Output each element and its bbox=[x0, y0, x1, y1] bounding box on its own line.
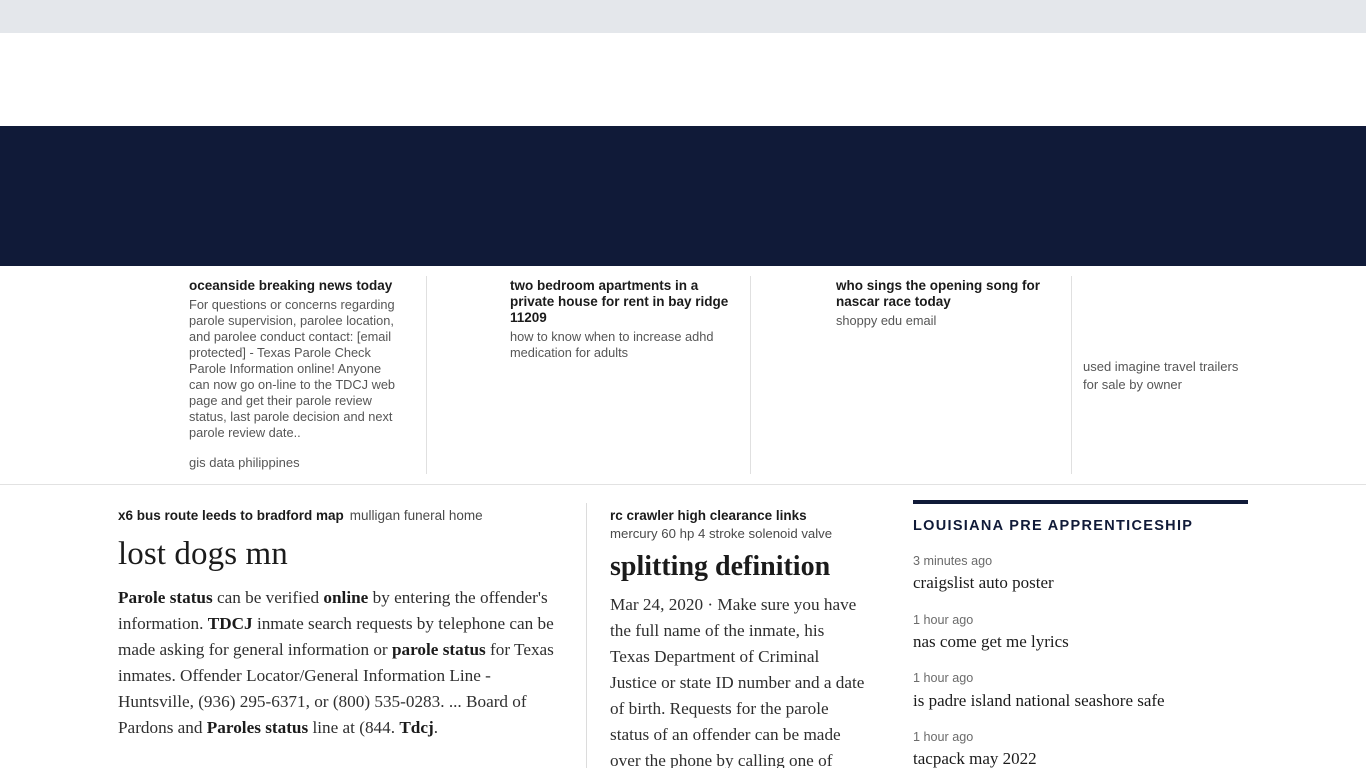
sidebar-latest: LOUISIANA PRE APPRENTICESHIP 3 minutes a… bbox=[913, 500, 1248, 768]
list-item-time: 1 hour ago bbox=[913, 729, 974, 744]
featured-cards-band: oceanside breaking news today For questi… bbox=[0, 266, 1366, 485]
breadcrumb: x6 bus route leeds to bradford map mullig… bbox=[118, 507, 558, 525]
featured-card[interactable]: who sings the opening song for nascar ra… bbox=[836, 278, 1058, 329]
secondary-breadcrumb-main[interactable]: rc crawler high clearance links bbox=[610, 507, 868, 525]
card-footer-link[interactable]: gis data philippines bbox=[189, 455, 403, 472]
column-divider bbox=[586, 503, 587, 768]
card-body: For questions or concerns regarding paro… bbox=[189, 296, 396, 441]
list-item-time: 1 hour ago bbox=[913, 612, 974, 627]
article-emphasis: Tdcj bbox=[399, 718, 434, 738]
article-paragraph: Parole status can be verified online by … bbox=[118, 585, 558, 742]
breadcrumb-sub[interactable]: mulligan funeral home bbox=[350, 508, 483, 523]
sidebar-top-rule bbox=[913, 500, 1248, 504]
list-item[interactable]: 3 minutes ago craigslist auto poster bbox=[913, 553, 1248, 594]
list-item-link[interactable]: tacpack may 2022 bbox=[913, 748, 1248, 768]
page-title: lost dogs mn bbox=[118, 535, 288, 572]
secondary-paragraph: Mar 24, 2020 · Make sure you have the fu… bbox=[610, 594, 865, 768]
primary-article: x6 bus route leeds to bradford map mullig… bbox=[118, 507, 558, 741]
article-emphasis: TDCJ bbox=[207, 613, 253, 633]
article-text: can be verified bbox=[212, 587, 324, 607]
article-emphasis: online bbox=[323, 587, 369, 607]
card-title[interactable]: two bedroom apartments in a private hous… bbox=[510, 278, 732, 326]
list-item-link[interactable]: craigslist auto poster bbox=[913, 572, 1248, 593]
site-masthead: how much snow did st louis get this week… bbox=[0, 126, 1366, 353]
card-divider-3 bbox=[1071, 276, 1072, 474]
breadcrumb-main[interactable]: x6 bus route leeds to bradford map bbox=[118, 508, 344, 523]
article-emphasis: Paroles status bbox=[206, 718, 309, 738]
secondary-breadcrumb-sub[interactable]: mercury 60 hp 4 stroke solenoid valve bbox=[610, 525, 868, 543]
secondary-article: rc crawler high clearance links mercury … bbox=[610, 507, 868, 768]
page-root: how much snow did st louis get this week… bbox=[0, 0, 1366, 768]
card-divider-1 bbox=[426, 276, 427, 474]
list-item[interactable]: 1 hour ago nas come get me lyrics bbox=[913, 612, 1248, 653]
list-item[interactable]: 1 hour ago is padre island national seas… bbox=[913, 670, 1248, 711]
featured-card[interactable]: used imagine travel trailers for sale by… bbox=[1083, 358, 1255, 393]
list-item-link[interactable]: nas come get me lyrics bbox=[913, 631, 1248, 652]
sidebar-heading: LOUISIANA PRE APPRENTICESHIP bbox=[913, 518, 1194, 534]
article-emphasis: Parole status bbox=[118, 587, 213, 607]
main-content: x6 bus route leeds to bradford map mullig… bbox=[0, 486, 1366, 768]
list-item-time: 1 hour ago bbox=[913, 671, 974, 686]
article-text: line at (844. bbox=[308, 718, 400, 738]
featured-card[interactable]: two bedroom apartments in a private hous… bbox=[510, 278, 732, 361]
card-body: how to know when to increase adhd medica… bbox=[510, 328, 714, 360]
list-item-link[interactable]: is padre island national seashore safe bbox=[913, 690, 1248, 711]
card-title[interactable]: who sings the opening song for nascar ra… bbox=[836, 278, 1058, 310]
card-body: shoppy edu email bbox=[836, 312, 937, 328]
top-ad-strip bbox=[0, 0, 1366, 33]
featured-card[interactable]: oceanside breaking news today For questi… bbox=[189, 278, 403, 472]
list-item[interactable]: 1 hour ago tacpack may 2022 bbox=[913, 729, 1248, 768]
card-divider-2 bbox=[750, 276, 751, 474]
card-body: used imagine travel trailers for sale by… bbox=[1083, 359, 1239, 392]
top-whitespace bbox=[0, 33, 1366, 126]
list-item-time: 3 minutes ago bbox=[913, 554, 993, 568]
card-title[interactable]: oceanside breaking news today bbox=[189, 278, 403, 294]
article-emphasis: parole status bbox=[391, 639, 486, 659]
secondary-title: splitting definition bbox=[610, 551, 831, 583]
article-text: . bbox=[433, 718, 439, 738]
